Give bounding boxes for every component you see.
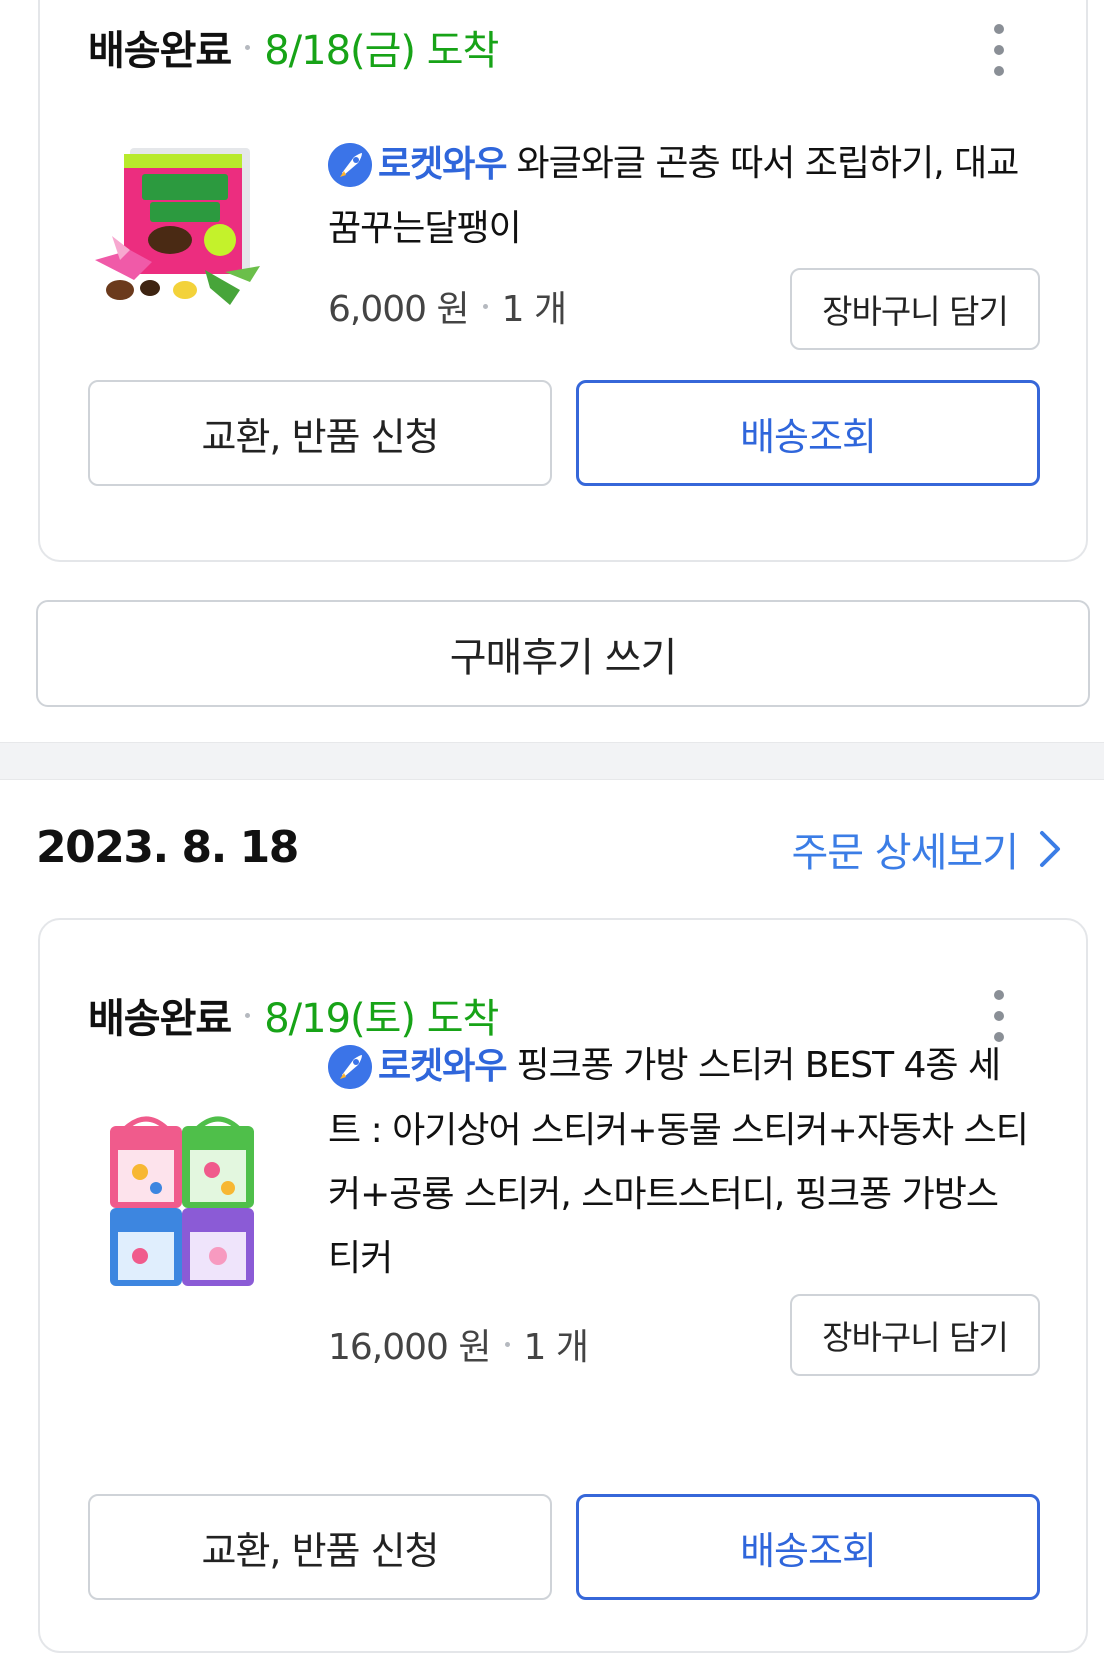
price-row: 6,000 원 1 개 xyxy=(328,280,567,332)
track-delivery-button[interactable]: 배송조회 xyxy=(576,1494,1040,1600)
exchange-return-button[interactable]: 교환, 반품 신청 xyxy=(88,380,552,486)
order-detail-label: 주문 상세보기 xyxy=(791,830,1019,876)
product-title[interactable]: 로켓와우 와글와글 곤충 따서 조립하기, 대교꿈꾸는달팽이 xyxy=(328,132,1028,261)
order-card-1: 배송완료 8/18(금) 도착 로켓와우 와글와글 곤충 따서 조립하기, 대교… xyxy=(38,0,1088,562)
delivery-status-row: 배송완료 8/18(금) 도착 xyxy=(88,18,499,76)
add-to-cart-button[interactable]: 장바구니 담기 xyxy=(790,1294,1040,1376)
add-to-cart-button[interactable]: 장바구니 담기 xyxy=(790,268,1040,350)
chevron-right-icon xyxy=(1040,831,1060,867)
rocket-wow-badge: 로켓와우 xyxy=(328,1035,507,1099)
product-title[interactable]: 로켓와우 핑크퐁 가방 스티커 BEST 4종 세트 : 아기상어 스티커+동물… xyxy=(328,1034,1029,1291)
separator-dot xyxy=(504,1341,510,1347)
product-quantity: 1 개 xyxy=(523,1327,589,1368)
exchange-return-button[interactable]: 교환, 반품 신청 xyxy=(88,1494,552,1600)
separator-dot xyxy=(245,1012,251,1018)
price-row: 16,000 원 1 개 xyxy=(328,1318,589,1370)
product-quantity: 1 개 xyxy=(501,289,567,330)
write-review-button[interactable]: 구매후기 쓰기 xyxy=(36,600,1090,707)
product-price: 16,000 원 xyxy=(328,1327,492,1368)
rocket-wow-label: 로켓와우 xyxy=(378,1046,507,1087)
product-thumbnail[interactable] xyxy=(90,1110,270,1290)
delivery-status: 배송완료 xyxy=(88,996,232,1042)
separator-dot xyxy=(245,44,251,50)
more-vertical-icon[interactable] xyxy=(992,24,1006,76)
arrival-date: 8/18(금) 도착 xyxy=(264,28,499,74)
rocket-icon xyxy=(328,1045,372,1089)
order-card-2: 배송완료 8/19(토) 도착 로켓와우 핑크퐁 가방 스티커 BEST 4종 … xyxy=(38,918,1088,1653)
product-price: 6,000 원 xyxy=(328,289,470,330)
rocket-wow-badge: 로켓와우 xyxy=(328,133,507,197)
separator-dot xyxy=(482,303,488,309)
delivery-status: 배송완료 xyxy=(88,28,232,74)
section-divider xyxy=(0,742,1104,780)
product-thumbnail[interactable] xyxy=(90,140,270,320)
rocket-wow-label: 로켓와우 xyxy=(378,144,507,185)
order-detail-link[interactable]: 주문 상세보기 xyxy=(791,820,1068,878)
order-date: 2023. 8. 18 xyxy=(36,822,299,873)
rocket-icon xyxy=(328,143,372,187)
track-delivery-button[interactable]: 배송조회 xyxy=(576,380,1040,486)
